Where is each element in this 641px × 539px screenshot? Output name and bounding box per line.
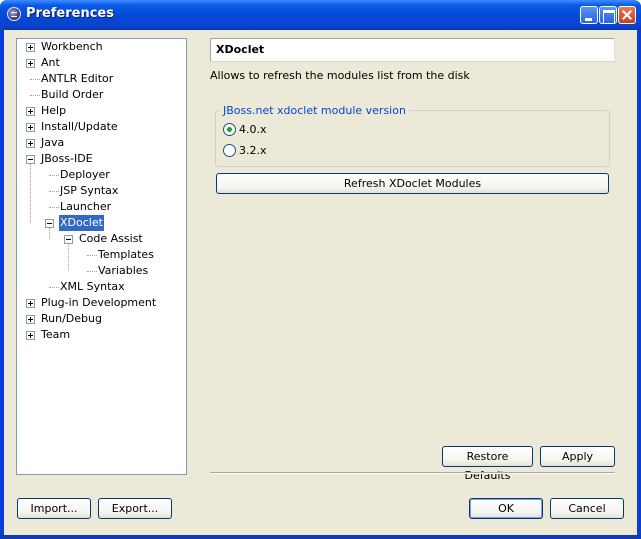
tree-item-plug-in-development[interactable]: Plug-in Development: [17, 295, 186, 311]
title-bar[interactable]: Preferences: [0, 0, 641, 30]
export-button[interactable]: Export...: [98, 498, 172, 519]
tree-connector: [49, 191, 59, 192]
refresh-xdoclet-modules-button[interactable]: Refresh XDoclet Modules: [216, 173, 609, 194]
tree-item-label[interactable]: Templates: [97, 247, 155, 263]
tree-item-xdoclet[interactable]: XDoclet: [17, 215, 186, 231]
expand-icon[interactable]: [26, 123, 35, 132]
preferences-tree[interactable]: Workbench Ant ANTLR Editor Build Order Help I…: [16, 38, 187, 475]
tree-item-label[interactable]: JSP Syntax: [59, 183, 119, 199]
restore-defaults-button[interactable]: Restore Defaults: [442, 446, 533, 482]
tree-item-antlr-editor[interactable]: ANTLR Editor: [17, 71, 186, 87]
radio-label-4-0-x[interactable]: 4.0.x: [239, 123, 267, 136]
tree-item-build-order[interactable]: Build Order: [17, 87, 186, 103]
window-title: Preferences: [26, 6, 114, 21]
maximize-button[interactable]: [599, 6, 617, 24]
tree-item-deployer[interactable]: Deployer: [17, 167, 186, 183]
tree-item-label[interactable]: ANTLR Editor: [40, 71, 114, 87]
radio-3-2-x[interactable]: [223, 144, 236, 157]
tree-item-java[interactable]: Java: [17, 135, 186, 151]
tree-item-label[interactable]: Help: [40, 103, 67, 119]
tree-connector: [87, 255, 97, 256]
cancel-button[interactable]: Cancel: [550, 498, 624, 519]
tree-item-label[interactable]: Ant: [40, 55, 61, 71]
tree-item-label[interactable]: XDoclet: [59, 215, 104, 231]
expand-icon[interactable]: [26, 43, 35, 52]
tree-item-label[interactable]: JBoss-IDE: [40, 151, 94, 167]
tree-item-run-debug[interactable]: Run/Debug: [17, 311, 186, 327]
module-version-group: [215, 110, 610, 167]
tree-item-label[interactable]: Code Assist: [78, 231, 144, 247]
dialog-client-area: Workbench Ant ANTLR Editor Build Order Help I…: [4, 30, 637, 535]
tree-item-code-assist[interactable]: Code Assist: [17, 231, 186, 247]
tree-item-label[interactable]: Run/Debug: [40, 311, 103, 327]
expand-icon[interactable]: [26, 107, 35, 116]
tree-connector: [49, 175, 59, 176]
tree-item-xml-syntax[interactable]: XML Syntax: [17, 279, 186, 295]
expand-icon[interactable]: [26, 59, 35, 68]
expand-icon[interactable]: [26, 315, 35, 324]
minimize-button[interactable]: [580, 6, 598, 24]
apply-button[interactable]: Apply: [540, 446, 615, 467]
window-bottom-border: [0, 535, 641, 539]
expand-icon[interactable]: [26, 331, 35, 340]
import-button[interactable]: Import...: [17, 498, 91, 519]
page-title: XDoclet: [210, 38, 615, 62]
page-description: Allows to refresh the modules list from …: [210, 69, 470, 82]
tree-item-label[interactable]: Launcher: [59, 199, 112, 215]
tree-item-launcher[interactable]: Launcher: [17, 199, 186, 215]
tree-item-variables[interactable]: Variables: [17, 263, 186, 279]
tree-item-jsp-syntax[interactable]: JSP Syntax: [17, 183, 186, 199]
tree-item-team[interactable]: Team: [17, 327, 186, 343]
group-label: JBoss.net xdoclet module version: [220, 104, 409, 117]
tree-item-ant[interactable]: Ant: [17, 55, 186, 71]
tree-connector: [30, 95, 40, 96]
tree-connector: [49, 207, 59, 208]
tree-item-label[interactable]: Build Order: [40, 87, 104, 103]
tree-item-templates[interactable]: Templates: [17, 247, 186, 263]
tree-connector: [87, 271, 97, 272]
tree-item-label[interactable]: Java: [40, 135, 65, 151]
radio-4-0-x[interactable]: [223, 123, 236, 136]
tree-item-label[interactable]: XML Syntax: [59, 279, 126, 295]
tree-item-label[interactable]: Plug-in Development: [40, 295, 157, 311]
tree-connector: [49, 287, 59, 288]
tree-connector: [68, 243, 69, 271]
expand-icon[interactable]: [26, 139, 35, 148]
tree-item-label[interactable]: Deployer: [59, 167, 111, 183]
tree-item-label[interactable]: Team: [40, 327, 71, 343]
tree-connector: [30, 79, 40, 80]
preferences-window: Preferences Workbench Ant ANTLR Editor Buil…: [0, 0, 641, 539]
tree-item-workbench[interactable]: Workbench: [17, 39, 186, 55]
tree-item-label[interactable]: Install/Update: [40, 119, 119, 135]
tree-connector: [30, 163, 31, 223]
tree-connector: [49, 227, 50, 239]
close-button[interactable]: [618, 6, 636, 24]
tree-item-label[interactable]: Variables: [97, 263, 149, 279]
expand-icon[interactable]: [26, 299, 35, 308]
eclipse-icon: [7, 7, 21, 21]
ok-button[interactable]: OK: [469, 498, 543, 519]
tree-item-help[interactable]: Help: [17, 103, 186, 119]
tree-item-install-update[interactable]: Install/Update: [17, 119, 186, 135]
tree-item-jboss-ide[interactable]: JBoss-IDE: [17, 151, 186, 167]
tree-item-label[interactable]: Workbench: [40, 39, 104, 55]
separator: [210, 472, 615, 474]
radio-label-3-2-x[interactable]: 3.2.x: [239, 144, 267, 157]
